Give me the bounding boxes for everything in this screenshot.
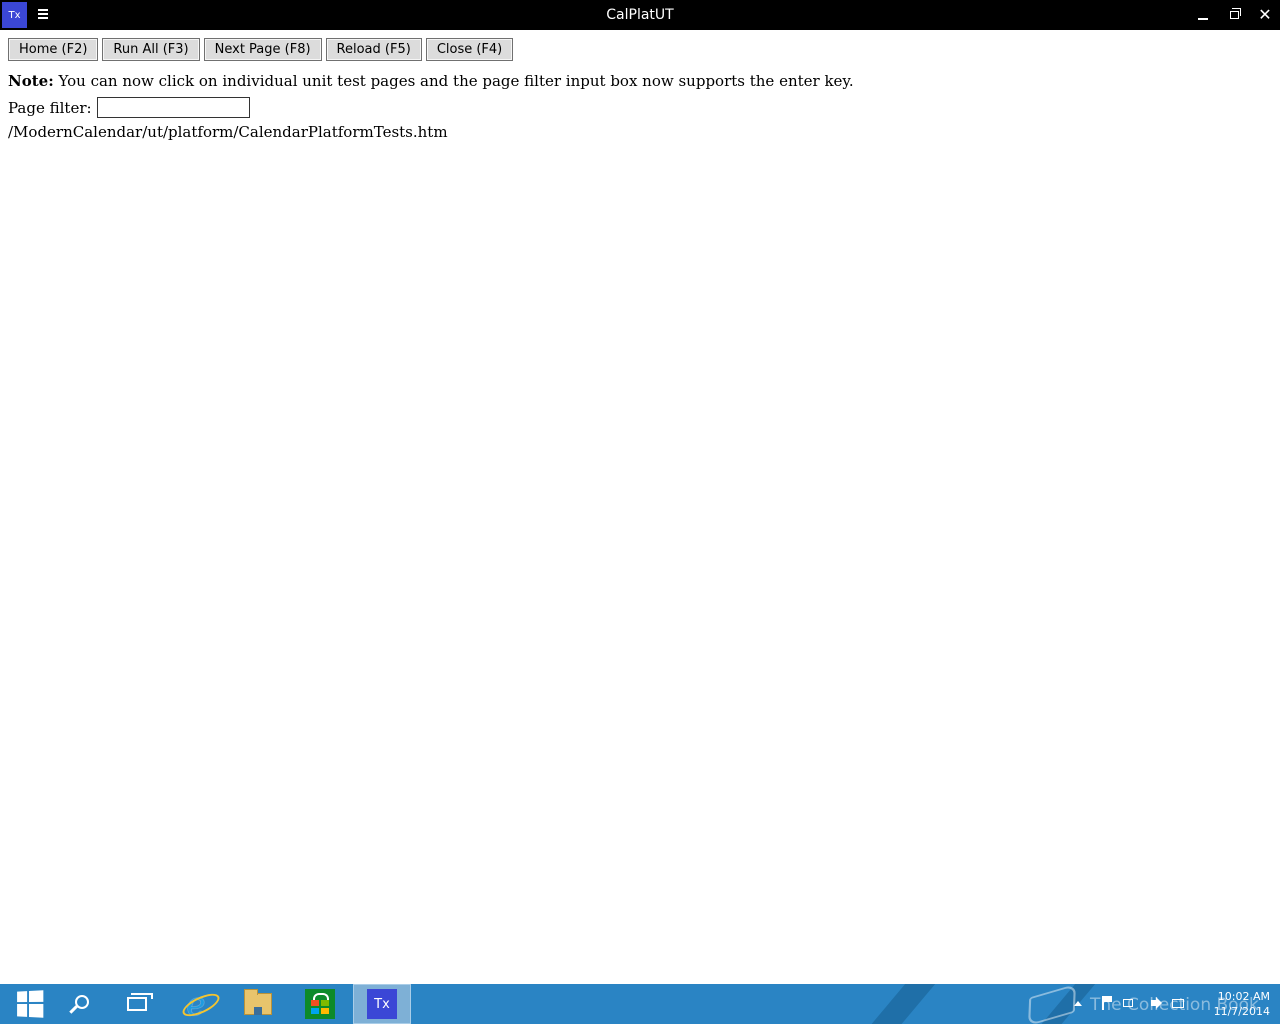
page-filter-label: Page filter: bbox=[8, 98, 92, 117]
close-window-button[interactable]: ✕ bbox=[1250, 0, 1280, 30]
internet-explorer-icon: e bbox=[186, 985, 206, 1023]
note-label: Note: bbox=[8, 72, 54, 90]
home-button[interactable]: Home (F2) bbox=[8, 38, 99, 61]
store-icon bbox=[305, 989, 335, 1019]
file-explorer-icon bbox=[244, 989, 272, 1015]
page-filter-row: Page filter: bbox=[8, 97, 250, 118]
app-icon-label: Tx bbox=[8, 9, 21, 21]
hamburger-menu-icon[interactable] bbox=[38, 9, 52, 21]
flag-icon bbox=[1102, 996, 1112, 1010]
store-button[interactable] bbox=[291, 984, 349, 1024]
page-filter-input[interactable] bbox=[96, 97, 250, 118]
tx-app-icon-label: Tx bbox=[374, 996, 390, 1012]
action-center-button[interactable] bbox=[1097, 996, 1112, 1010]
task-view-button[interactable] bbox=[108, 984, 166, 1024]
keyboard-button[interactable] bbox=[1172, 996, 1184, 1010]
windows-start-icon bbox=[16, 990, 43, 1018]
toolbar: Home (F2) Run All (F3) Next Page (F8) Re… bbox=[8, 38, 517, 62]
app-icon[interactable]: Tx bbox=[2, 2, 27, 28]
show-hidden-icons-button[interactable] bbox=[1072, 996, 1084, 1010]
restore-button[interactable] bbox=[1219, 0, 1249, 30]
keyboard-icon bbox=[1172, 998, 1184, 1008]
minimize-button[interactable] bbox=[1188, 0, 1218, 30]
search-icon bbox=[75, 995, 89, 1009]
search-button[interactable] bbox=[50, 984, 110, 1024]
window-title: CalPlatUT bbox=[606, 7, 674, 23]
run-all-button[interactable]: Run All (F3) bbox=[102, 38, 200, 61]
test-page-link[interactable]: /ModernCalendar/ut/platform/CalendarPlat… bbox=[8, 123, 448, 141]
file-explorer-button[interactable] bbox=[229, 984, 287, 1024]
close-icon: ✕ bbox=[1258, 5, 1272, 24]
volume-button[interactable] bbox=[1147, 996, 1159, 1010]
taskbar: e Tx The Collection Book 10:02 AM 11/7/2… bbox=[0, 984, 1280, 1024]
restore-icon bbox=[1229, 8, 1241, 19]
network-button[interactable] bbox=[1122, 996, 1134, 1010]
network-icon bbox=[1123, 999, 1133, 1007]
task-view-icon bbox=[127, 993, 153, 1011]
clock[interactable]: 10:02 AM 11/7/2014 bbox=[1200, 989, 1270, 1019]
clock-date: 11/7/2014 bbox=[1213, 1005, 1270, 1018]
close-button[interactable]: Close (F4) bbox=[425, 38, 514, 61]
tx-app-icon: Tx bbox=[367, 989, 397, 1019]
minimize-icon bbox=[1198, 18, 1208, 20]
reload-button[interactable]: Reload (F5) bbox=[325, 38, 422, 61]
title-bar: Tx CalPlatUT ✕ bbox=[0, 0, 1280, 30]
chevron-up-icon bbox=[1074, 1000, 1082, 1006]
internet-explorer-button[interactable]: e bbox=[167, 984, 225, 1024]
next-page-button[interactable]: Next Page (F8) bbox=[203, 38, 322, 61]
note-text: Note: You can now click on individual un… bbox=[8, 72, 854, 90]
clock-time: 10:02 AM bbox=[1217, 990, 1270, 1003]
taskbar-decoration bbox=[854, 984, 936, 1024]
note-body: You can now click on individual unit tes… bbox=[58, 72, 854, 90]
system-tray bbox=[1072, 996, 1197, 1010]
volume-icon bbox=[1150, 1000, 1156, 1006]
tx-app-taskbar-button[interactable]: Tx bbox=[353, 984, 411, 1024]
